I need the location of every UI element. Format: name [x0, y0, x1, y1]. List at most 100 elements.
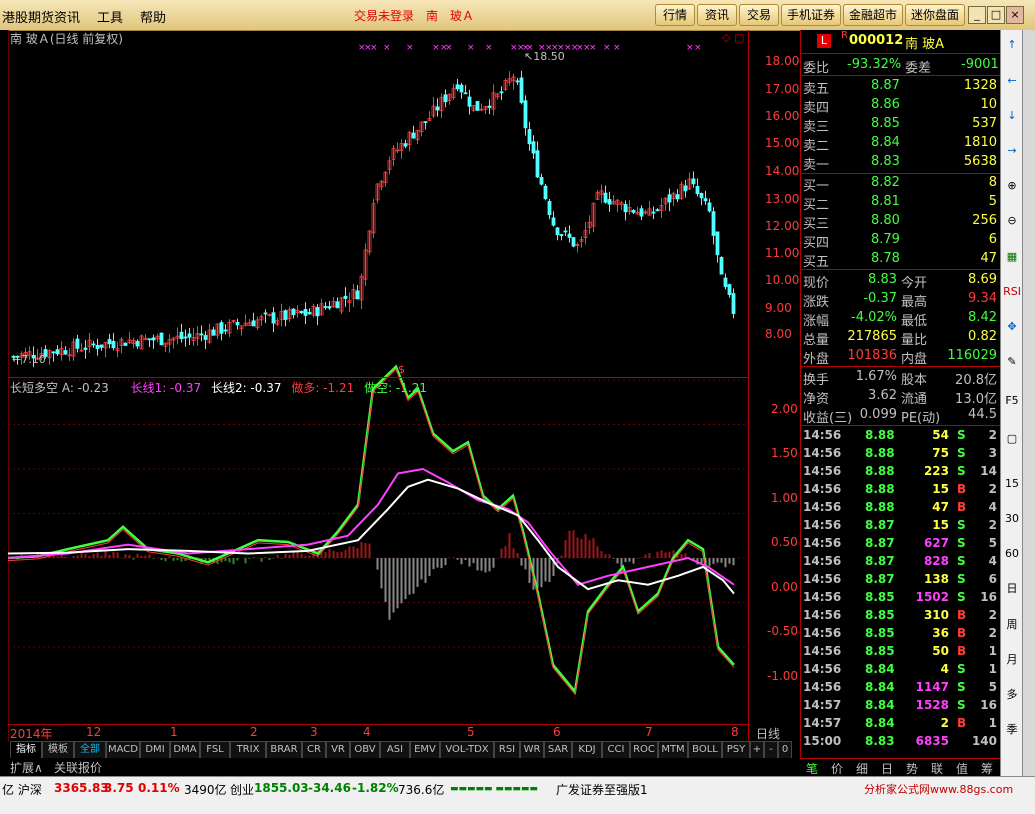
tab-vr[interactable]: VR: [326, 741, 350, 759]
60min-icon[interactable]: 60: [1003, 545, 1021, 563]
mini-panel-button[interactable]: 迷你盘面: [905, 4, 965, 26]
candle-body: [435, 106, 440, 111]
pen-icon[interactable]: ✎: [1003, 353, 1021, 371]
sh-change: 3.75: [104, 781, 134, 795]
tab-wr[interactable]: WR: [520, 741, 544, 759]
down-arrow-icon[interactable]: ↓: [1003, 107, 1021, 125]
candle-body: [443, 94, 448, 103]
separator: [801, 75, 1001, 76]
book-volume: 5638: [963, 154, 997, 169]
move-icon[interactable]: ✥: [1003, 318, 1021, 336]
menu-futures[interactable]: 港股期货: [2, 7, 54, 26]
grid-icon[interactable]: ▦: [1003, 248, 1021, 266]
news-button[interactable]: 资讯: [697, 4, 737, 26]
book-row: 卖五 8.87 1328: [801, 77, 1001, 97]
tick-price: 8.88: [865, 500, 895, 514]
tab-psy[interactable]: PSY: [722, 741, 750, 759]
tab-dma[interactable]: DMA: [170, 741, 200, 759]
rsi-icon[interactable]: RSI: [1003, 283, 1021, 301]
tab-roc[interactable]: ROC: [630, 741, 658, 759]
up-arrow-icon[interactable]: ↑: [1003, 36, 1021, 54]
tab-mtm[interactable]: MTM: [658, 741, 688, 759]
panel-tab[interactable]: 联: [931, 760, 943, 777]
panel-tab[interactable]: 日: [881, 760, 893, 777]
candle-body: [571, 237, 576, 247]
period-label[interactable]: 日线: [756, 725, 780, 742]
panel-tab[interactable]: 筹: [981, 760, 993, 777]
tab-vol-tdx[interactable]: VOL-TDX: [440, 741, 494, 759]
tab-cr[interactable]: CR: [302, 741, 326, 759]
minimize-button[interactable]: _: [968, 6, 986, 24]
tick-time: 14:56: [803, 500, 842, 514]
candle-body: [107, 339, 112, 345]
day-icon[interactable]: 日: [1003, 580, 1021, 598]
f5-icon[interactable]: F5: [1003, 392, 1021, 410]
tab-macd[interactable]: MACD: [106, 741, 140, 759]
season-icon[interactable]: 季: [1003, 721, 1021, 739]
expand-button[interactable]: 扩展∧: [10, 759, 43, 776]
tick-row: 14:56 8.87 828 S 4: [801, 553, 1001, 571]
15min-icon[interactable]: 15: [1003, 475, 1021, 493]
related-quote-button[interactable]: 关联报价: [54, 759, 102, 776]
month-icon[interactable]: 月: [1003, 651, 1021, 669]
candle-body: [703, 198, 708, 202]
candle-body: [211, 329, 216, 336]
zoom-control[interactable]: -: [764, 741, 778, 759]
panel-tab[interactable]: 值: [956, 760, 968, 777]
tab-cci[interactable]: CCI: [602, 741, 630, 759]
tab-asi[interactable]: ASI: [380, 741, 410, 759]
zoom-out-icon[interactable]: ⊖: [1003, 212, 1021, 230]
tab-brar[interactable]: BRAR: [266, 741, 302, 759]
stat-label: 涨跌: [803, 295, 830, 310]
close-button[interactable]: ×: [1006, 6, 1024, 24]
tab-boll[interactable]: BOLL: [688, 741, 722, 759]
panel-tab[interactable]: 势: [906, 760, 918, 777]
week-icon[interactable]: 周: [1003, 616, 1021, 634]
menu-help[interactable]: 帮助: [140, 7, 166, 26]
tab-trix[interactable]: TRIX: [230, 741, 266, 759]
zoom-control[interactable]: 0: [778, 741, 792, 759]
separator: [801, 366, 1001, 367]
pane-divider[interactable]: [8, 377, 748, 378]
signal-marker: ×: [370, 43, 378, 53]
tab-kdj[interactable]: KDJ: [572, 741, 602, 759]
quote-button[interactable]: 行情: [655, 4, 695, 26]
finance-market-button[interactable]: 金融超市: [843, 4, 903, 26]
tab-sar[interactable]: SAR: [544, 741, 572, 759]
menu-news[interactable]: 资讯: [54, 7, 80, 26]
indicator-tabs: 指标 模板 全部 MACD DMI DMA FSL TRIX BRAR CR VR OBV ASI EMV…: [8, 741, 800, 759]
tick-price: 8.84: [865, 662, 895, 676]
menu-tools[interactable]: 工具: [97, 7, 123, 26]
tab-obv[interactable]: OBV: [350, 741, 380, 759]
tab-fsl[interactable]: FSL: [200, 741, 230, 759]
stat-value: -0.37: [863, 291, 897, 306]
panel-tab[interactable]: 笔: [806, 760, 818, 777]
panel-tab[interactable]: 价: [831, 760, 843, 777]
chart-corner-icons[interactable]: ◇ ▢: [722, 31, 744, 44]
tick-volume: 310: [923, 608, 949, 622]
separator: [801, 269, 1001, 270]
trade-button[interactable]: 交易: [739, 4, 779, 26]
tab-dmi[interactable]: DMI: [140, 741, 170, 759]
zoom-control[interactable]: +: [750, 741, 764, 759]
stock-code: 000012: [849, 33, 904, 48]
tab-rsi[interactable]: RSI: [494, 741, 520, 759]
candle-body: [499, 91, 504, 94]
multi-icon[interactable]: 多: [1003, 686, 1021, 704]
panel-tab[interactable]: 细: [856, 760, 868, 777]
30min-icon[interactable]: 30: [1003, 510, 1021, 528]
maximize-button[interactable]: □: [987, 6, 1005, 24]
mobile-button[interactable]: 手机证券: [781, 4, 841, 26]
left-arrow-icon[interactable]: ←: [1003, 72, 1021, 90]
right-arrow-icon[interactable]: →: [1003, 142, 1021, 160]
zoom-in-icon[interactable]: ⊕: [1003, 177, 1021, 195]
box-icon[interactable]: ▢: [1003, 430, 1021, 448]
book-price: 8.79: [871, 232, 900, 247]
tab-模板[interactable]: 模板: [42, 741, 74, 759]
tab-指标[interactable]: 指标: [10, 741, 42, 759]
vertical-scrollbar[interactable]: [1022, 30, 1035, 776]
stat-value: 8.42: [968, 310, 997, 325]
tab-全部[interactable]: 全部: [74, 741, 106, 759]
cy-label: 创业: [230, 783, 255, 797]
tab-emv[interactable]: EMV: [410, 741, 440, 759]
